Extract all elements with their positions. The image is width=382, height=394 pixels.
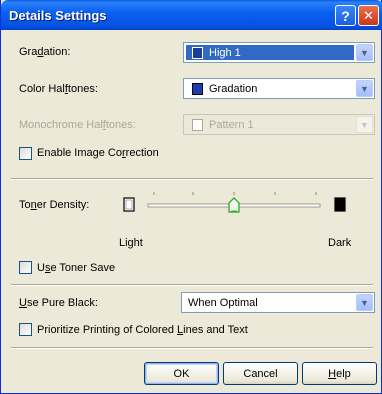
color-halftones-select[interactable]: Gradation ▼ [183,78,375,99]
slider-thumb[interactable] [228,197,240,213]
printer-quality-icon [192,82,203,95]
slider-ticks [153,192,317,195]
gradation-value: High 1 [209,46,241,59]
image-correction-checkbox[interactable] [19,147,32,160]
pure-black-label: Use Pure Black: [19,297,98,309]
toner-density-slider[interactable] [121,186,357,222]
gradation-select[interactable]: High 1 ▼ [183,42,375,63]
toner-save-checkbox[interactable] [19,261,32,274]
light-label: Light [119,237,143,249]
toner-save-label[interactable]: Use Toner Save [37,262,115,274]
image-correction-label[interactable]: Enable Image Correction [37,147,159,159]
chevron-down-icon: ▼ [356,116,373,133]
pattern-icon [192,118,203,131]
color-halftones-value: Gradation [209,82,258,95]
chevron-down-icon[interactable]: ▼ [356,44,373,61]
dark-label: Dark [328,237,352,249]
light-density-icon [123,197,135,212]
separator [11,178,373,180]
pure-black-value: When Optimal [188,296,258,309]
monochrome-halftones-select: Pattern 1 ▼ [183,114,375,135]
prioritize-label[interactable]: Prioritize Printing of Colored Lines and… [37,324,248,336]
monochrome-halftones-value: Pattern 1 [209,118,254,131]
gradation-label: Gradation: [19,46,71,58]
pure-black-select[interactable]: When Optimal ▼ [181,292,375,313]
toner-density-label: Toner Density: [19,199,90,211]
prioritize-checkbox[interactable] [19,323,32,336]
dark-density-icon [334,197,346,212]
help-button[interactable]: Help [302,362,377,385]
chevron-down-icon[interactable]: ▼ [356,294,373,311]
separator [11,347,373,349]
cancel-button[interactable]: Cancel [223,362,298,385]
title-bar[interactable]: Details Settings ? ✕ [1,0,382,30]
ok-button[interactable]: OK [144,362,219,385]
help-title-button[interactable]: ? [335,5,356,26]
separator [11,284,373,286]
monochrome-halftones-label: Monochrome Halftones: [19,119,136,131]
details-settings-dialog: Details Settings ? ✕ Gradation: High 1 ▼… [0,0,382,394]
printer-quality-icon [192,46,203,59]
question-icon: ? [341,7,350,24]
color-halftones-label: Color Halftones: [19,83,98,95]
close-icon: ✕ [363,7,374,23]
chevron-down-icon[interactable]: ▼ [356,80,373,97]
close-button[interactable]: ✕ [358,5,379,26]
dialog-title: Details Settings [9,8,107,23]
